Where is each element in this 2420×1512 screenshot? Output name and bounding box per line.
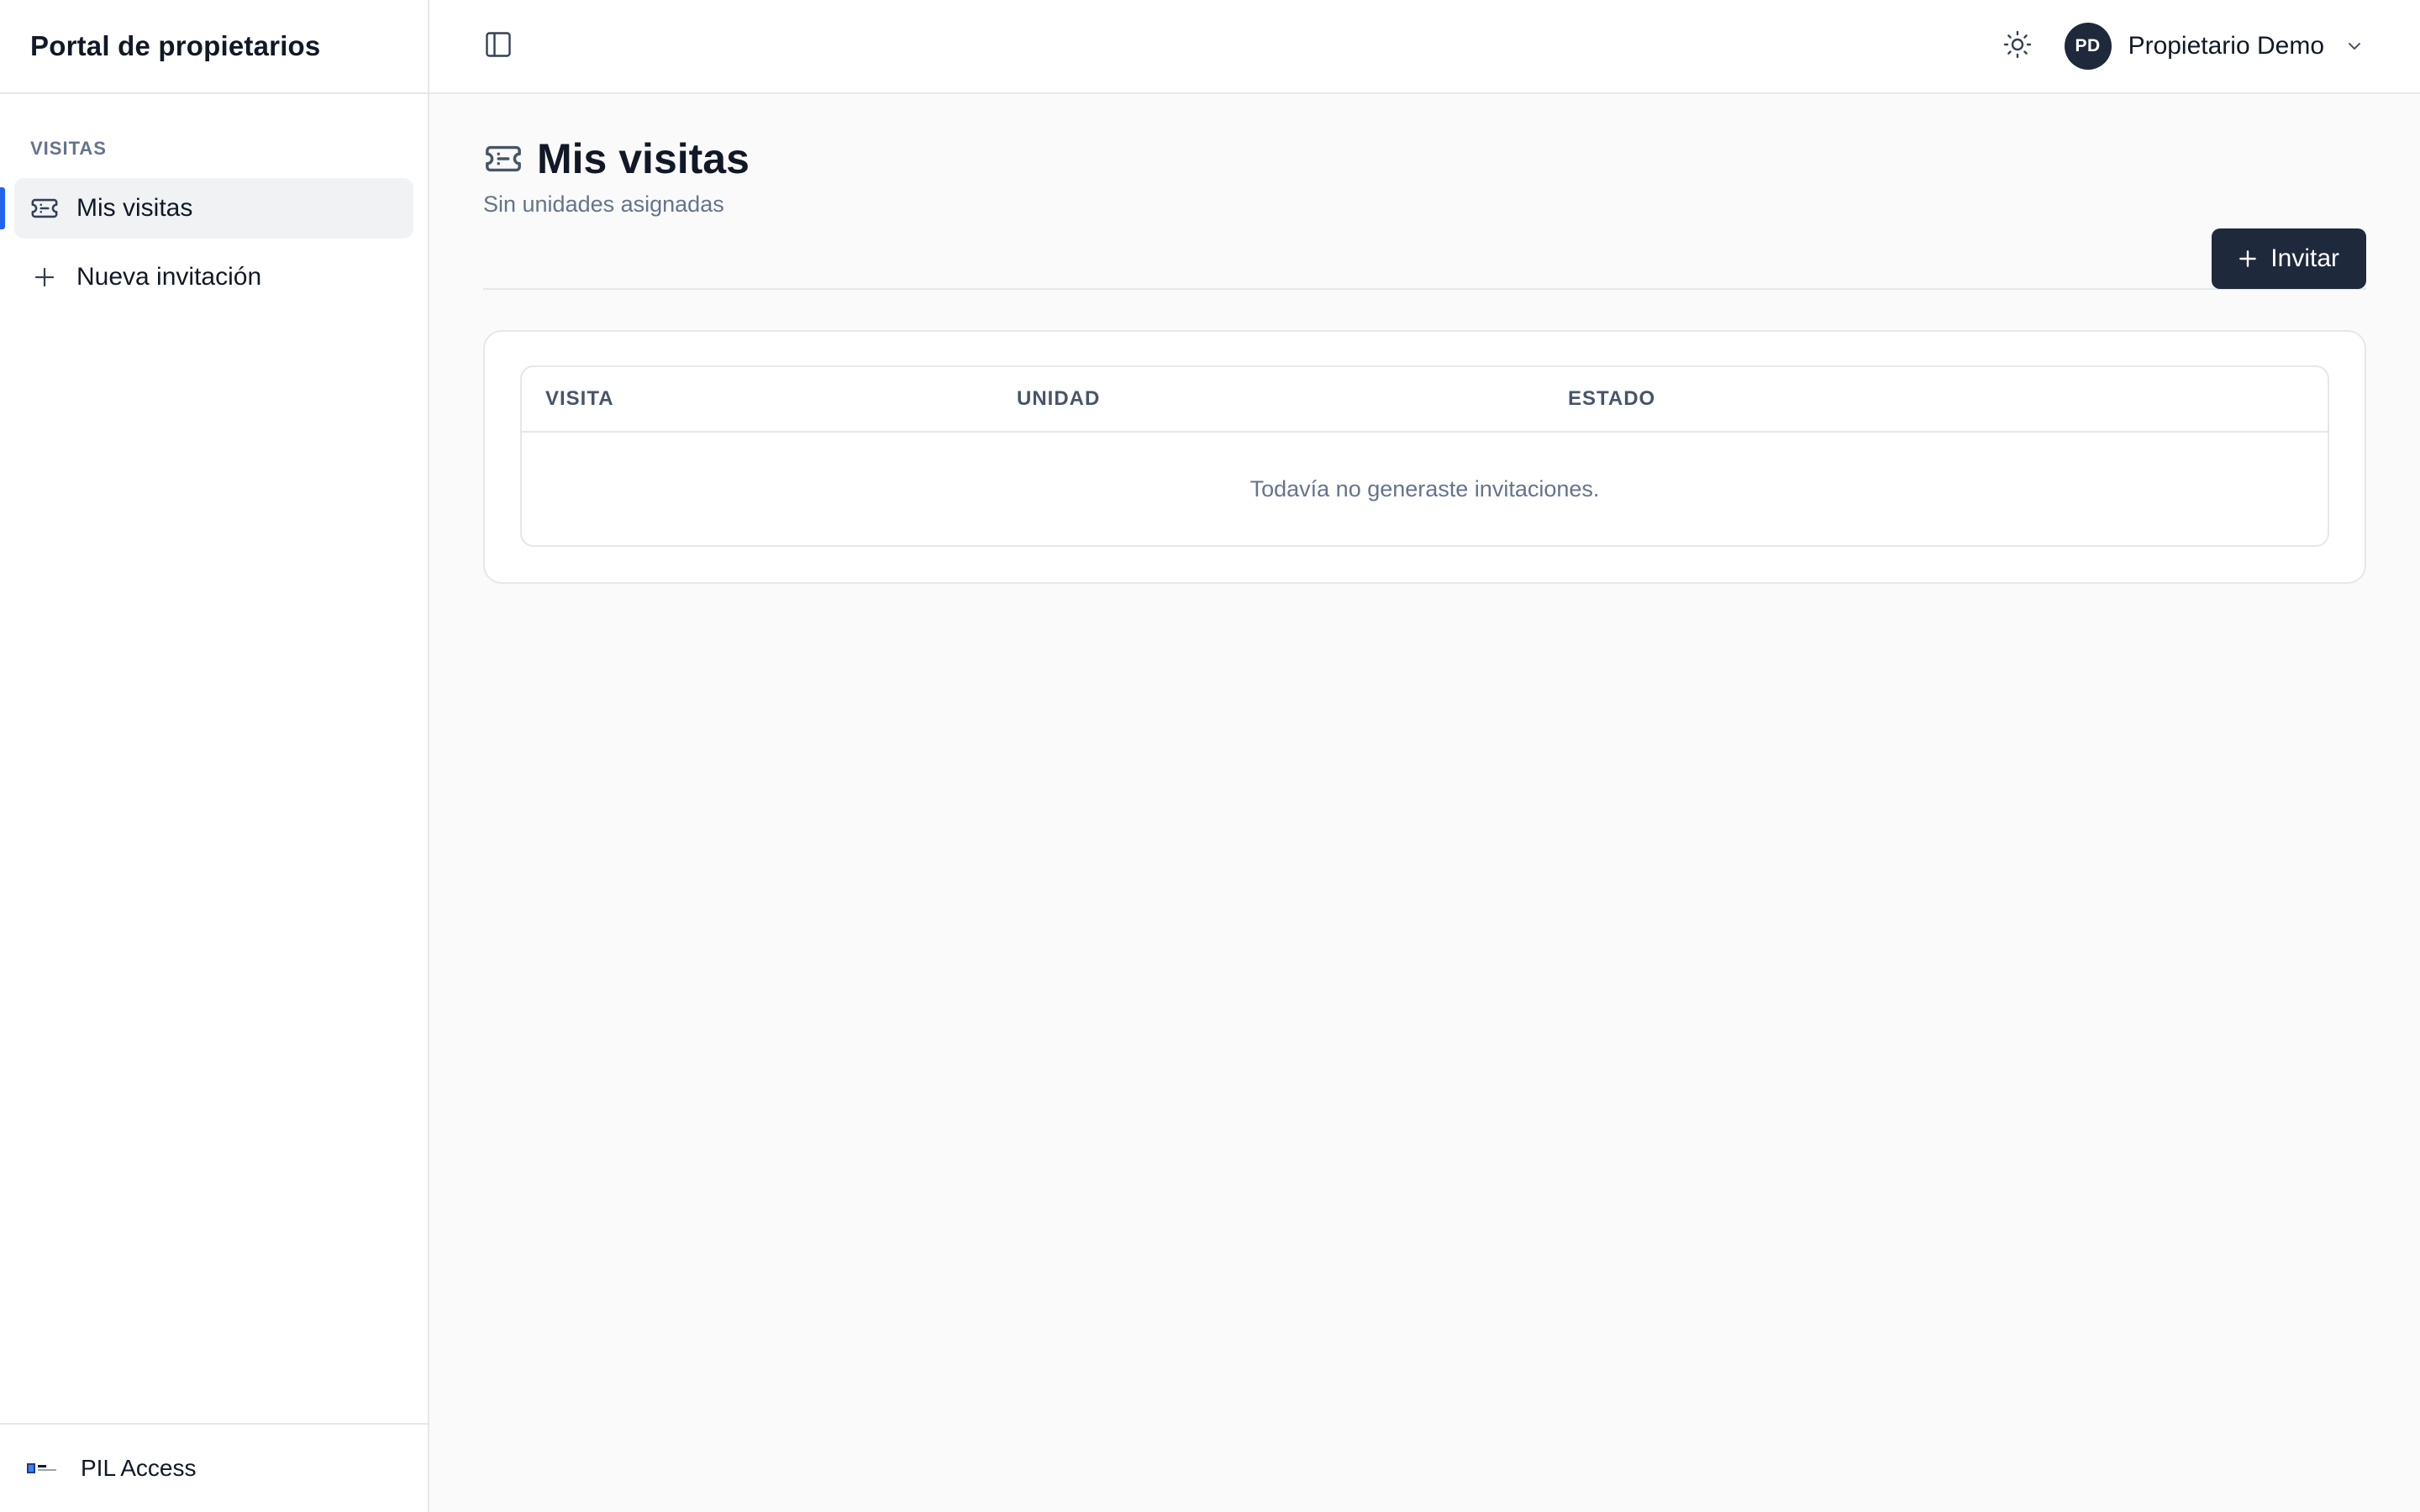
sidebar-nav: VISITAS Mis visitas Nueva invitación bbox=[0, 94, 428, 1423]
column-header-visita: VISITA bbox=[545, 387, 614, 410]
visits-card: VISITA UNIDAD ESTADO Todavía no generast… bbox=[483, 330, 2366, 584]
page-subtitle: Sin unidades asignadas bbox=[483, 192, 724, 217]
avatar: PD bbox=[2064, 23, 2112, 70]
chevron-down-icon bbox=[2343, 34, 2366, 58]
table-header: VISITA UNIDAD ESTADO bbox=[522, 367, 2328, 433]
sidebar-header: Portal de propietarios bbox=[0, 0, 428, 94]
ticket-icon bbox=[30, 194, 59, 223]
app-root: Portal de propietarios VISITAS Mis visit… bbox=[0, 0, 2420, 1512]
page-header: Mis visitas Sin unidades asignadas Invit… bbox=[483, 134, 2366, 290]
topbar: PD Propietario Demo bbox=[429, 0, 2420, 94]
nav-section-label: VISITAS bbox=[30, 138, 107, 159]
sidebar: Portal de propietarios VISITAS Mis visit… bbox=[0, 0, 429, 1512]
sidebar-footer[interactable]: PIL Access bbox=[0, 1423, 428, 1512]
page-content: Mis visitas Sin unidades asignadas Invit… bbox=[429, 94, 2420, 584]
sun-icon bbox=[2002, 29, 2033, 64]
pil-logo-icon bbox=[27, 1460, 57, 1477]
invite-button-label: Invitar bbox=[2270, 244, 2339, 272]
ticket-icon bbox=[483, 139, 523, 179]
visits-table: VISITA UNIDAD ESTADO Todavía no generast… bbox=[520, 365, 2329, 547]
invite-button[interactable]: Invitar bbox=[2212, 228, 2366, 289]
app-title: Portal de propietarios bbox=[30, 30, 321, 61]
main-area: PD Propietario Demo Mis visitas Sin unid… bbox=[429, 0, 2420, 1512]
user-name: Propietario Demo bbox=[2128, 32, 2324, 60]
column-header-estado: ESTADO bbox=[1568, 387, 1656, 410]
title-row: Mis visitas bbox=[483, 134, 2366, 183]
theme-toggle-button[interactable] bbox=[1994, 23, 2041, 70]
sidebar-item-label: Nueva invitación bbox=[76, 263, 262, 291]
plus-icon bbox=[30, 263, 59, 291]
footer-brand-label: PIL Access bbox=[81, 1455, 197, 1481]
sidebar-toggle-button[interactable] bbox=[471, 19, 525, 73]
sidebar-toggle-icon bbox=[483, 29, 513, 64]
user-menu-button[interactable]: PD Propietario Demo bbox=[2064, 23, 2366, 70]
page-title: Mis visitas bbox=[537, 135, 750, 182]
sidebar-item-mis-visitas[interactable]: Mis visitas bbox=[0, 178, 413, 239]
column-header-unidad: UNIDAD bbox=[1017, 387, 1101, 410]
plus-icon bbox=[2237, 248, 2259, 270]
sidebar-item-label: Mis visitas bbox=[76, 194, 193, 222]
empty-state-message: Todavía no generaste invitaciones. bbox=[1249, 475, 1600, 501]
sidebar-item-nueva-invitacion[interactable]: Nueva invitación bbox=[14, 247, 413, 307]
